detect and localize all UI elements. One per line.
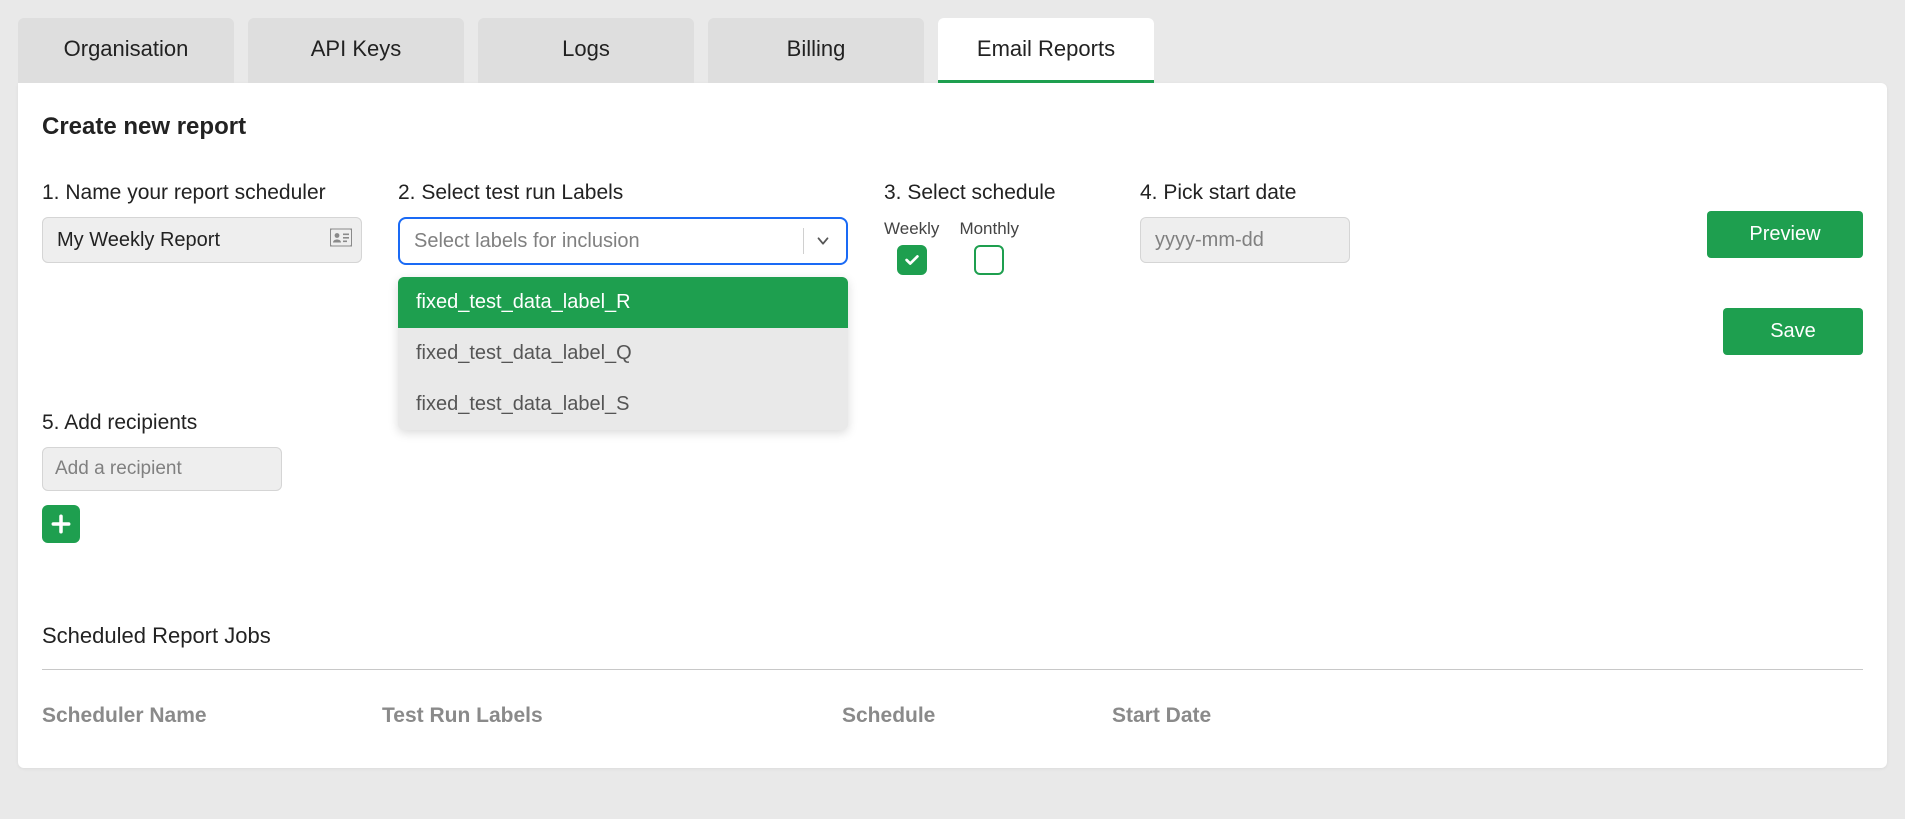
dropdown-option[interactable]: fixed_test_data_label_Q — [398, 328, 848, 379]
monthly-checkbox[interactable] — [974, 245, 1004, 275]
jobs-header-labels: Test Run Labels — [382, 704, 842, 728]
step-name: 1. Name your report scheduler — [42, 181, 362, 263]
create-report-form: 1. Name your report scheduler — [42, 181, 1863, 355]
step-date-label: 4. Pick start date — [1140, 181, 1350, 205]
plus-icon — [50, 513, 72, 535]
tab-organisation[interactable]: Organisation — [18, 18, 234, 83]
labels-dropdown: fixed_test_data_label_R fixed_test_data_… — [398, 277, 848, 430]
start-date-input[interactable] — [1140, 217, 1350, 263]
tab-email-reports[interactable]: Email Reports — [938, 18, 1154, 83]
scheduler-name-input[interactable] — [42, 217, 362, 263]
labels-select[interactable]: Select labels for inclusion — [398, 217, 848, 265]
tab-logs[interactable]: Logs — [478, 18, 694, 83]
jobs-header-name: Scheduler Name — [42, 704, 382, 728]
step-recipients: 5. Add recipients — [42, 411, 1863, 543]
id-card-icon — [330, 229, 352, 252]
dropdown-option[interactable]: fixed_test_data_label_S — [398, 379, 848, 430]
schedule-monthly-option: Monthly — [959, 219, 1019, 275]
save-button[interactable]: Save — [1723, 308, 1863, 355]
scheduled-jobs-section: Scheduled Report Jobs Scheduler Name Tes… — [42, 623, 1863, 728]
step-date: 4. Pick start date — [1140, 181, 1350, 263]
step-labels-label: 2. Select test run Labels — [398, 181, 848, 205]
jobs-header-date: Start Date — [1112, 704, 1863, 728]
email-reports-panel: Create new report 1. Name your report sc… — [18, 83, 1887, 768]
select-divider — [803, 228, 804, 254]
weekly-checkbox[interactable] — [897, 245, 927, 275]
tabs: Organisation API Keys Logs Billing Email… — [18, 18, 1887, 83]
step-schedule-label: 3. Select schedule — [884, 181, 1104, 205]
tab-billing[interactable]: Billing — [708, 18, 924, 83]
add-recipient-button[interactable] — [42, 505, 80, 543]
step-name-label: 1. Name your report scheduler — [42, 181, 362, 205]
step-schedule: 3. Select schedule Weekly Monthly — [884, 181, 1104, 275]
recipient-input[interactable] — [42, 447, 282, 491]
schedule-weekly-option: Weekly — [884, 219, 939, 275]
jobs-header-sched: Schedule — [842, 704, 1112, 728]
tab-api-keys[interactable]: API Keys — [248, 18, 464, 83]
jobs-divider — [42, 669, 1863, 670]
jobs-table-headers: Scheduler Name Test Run Labels Schedule … — [42, 704, 1863, 728]
dropdown-option[interactable]: fixed_test_data_label_R — [398, 277, 848, 328]
labels-select-placeholder: Select labels for inclusion — [414, 230, 640, 253]
step-labels: 2. Select test run Labels Select labels … — [398, 181, 848, 265]
preview-button[interactable]: Preview — [1707, 211, 1863, 258]
jobs-title: Scheduled Report Jobs — [42, 623, 1863, 649]
step-recipients-label: 5. Add recipients — [42, 411, 1863, 435]
action-buttons: Preview Save — [1386, 181, 1863, 355]
monthly-label: Monthly — [959, 219, 1019, 239]
weekly-label: Weekly — [884, 219, 939, 239]
section-title: Create new report — [42, 113, 1863, 141]
chevron-down-icon[interactable] — [814, 232, 832, 250]
